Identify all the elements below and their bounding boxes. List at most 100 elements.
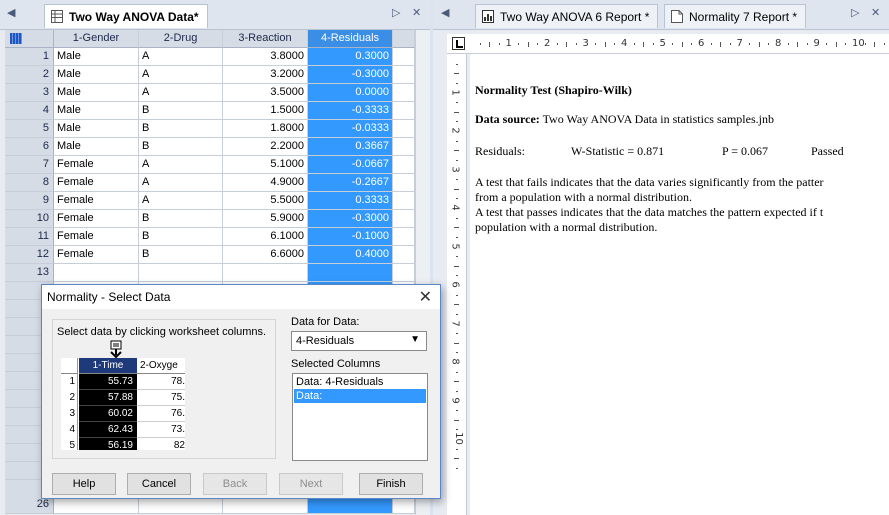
table-cell[interactable]: Female	[54, 228, 139, 246]
preview-row-number[interactable]: 2	[61, 390, 78, 406]
preview-cell[interactable]: 56.19	[79, 438, 137, 450]
column-header-empty[interactable]	[393, 30, 415, 48]
table-cell[interactable]	[393, 246, 415, 264]
table-cell[interactable]: 1.5000	[223, 102, 308, 120]
preview-cell[interactable]: 62.43	[79, 422, 137, 438]
table-cell[interactable]	[54, 264, 139, 282]
report-page[interactable]: Normality Test (Shapiro-Wilk) Data sourc…	[470, 54, 889, 515]
table-cell[interactable]: A	[139, 156, 223, 174]
table-cell[interactable]	[393, 66, 415, 84]
table-cell[interactable]: A	[139, 192, 223, 210]
preview-cell[interactable]: 76.	[137, 406, 185, 422]
row-number[interactable]: 13	[5, 264, 54, 282]
table-cell[interactable]: 0.3333	[308, 192, 393, 210]
horizontal-ruler[interactable]: 1 2 3 4 5 6 7 8 9 10	[447, 34, 889, 54]
table-cell[interactable]	[393, 174, 415, 192]
preview-cell[interactable]: 78.	[137, 374, 185, 390]
table-cell[interactable]	[393, 84, 415, 102]
table-cell[interactable]: 0.4000	[308, 246, 393, 264]
table-cell[interactable]: -0.2667	[308, 174, 393, 192]
preview-worksheet[interactable]: 1-Time 2-Oxyge 1 55.73 78. 2 57.88 75. 3 60.02 7…	[61, 358, 185, 450]
row-number[interactable]: 7	[5, 156, 54, 174]
preview-cell[interactable]: 82	[137, 438, 185, 450]
row-number[interactable]: 5	[5, 120, 54, 138]
table-cell[interactable]: 3.8000	[223, 48, 308, 66]
tab-two-way-anova-report[interactable]: Two Way ANOVA 6 Report *	[475, 4, 659, 28]
table-cell[interactable]: Female	[54, 156, 139, 174]
row-number[interactable]: 9	[5, 192, 54, 210]
table-cell[interactable]: 0.3000	[308, 48, 393, 66]
table-cell[interactable]	[393, 102, 415, 120]
preview-cell[interactable]: 75.	[137, 390, 185, 406]
table-cell[interactable]	[139, 264, 223, 282]
row-number[interactable]: 12	[5, 246, 54, 264]
table-cell[interactable]	[393, 138, 415, 156]
table-cell[interactable]	[393, 228, 415, 246]
column-header-reaction[interactable]: 3-Reaction	[223, 30, 308, 48]
table-cell[interactable]: A	[139, 66, 223, 84]
table-cell[interactable]: -0.3333	[308, 102, 393, 120]
preview-cell[interactable]: 73.	[137, 422, 185, 438]
table-cell[interactable]: Male	[54, 102, 139, 120]
table-cell[interactable]: Male	[54, 48, 139, 66]
tab-stop-icon[interactable]	[452, 37, 465, 50]
preview-row-number[interactable]: 1	[61, 374, 78, 390]
table-cell[interactable]: -0.1000	[308, 228, 393, 246]
table-cell[interactable]: B	[139, 120, 223, 138]
table-cell[interactable]	[223, 264, 308, 282]
tab-scroll-right-icon[interactable]: ▷	[392, 6, 400, 19]
table-cell[interactable]: B	[139, 102, 223, 120]
table-cell[interactable]: 5.9000	[223, 210, 308, 228]
tab-scroll-left-icon[interactable]: ◀	[7, 6, 15, 19]
table-cell[interactable]: Female	[54, 210, 139, 228]
table-cell[interactable]: B	[139, 210, 223, 228]
table-cell[interactable]: 5.1000	[223, 156, 308, 174]
table-cell[interactable]	[393, 192, 415, 210]
close-tab-icon[interactable]: ✕	[871, 6, 880, 19]
table-cell[interactable]: A	[139, 84, 223, 102]
row-number[interactable]: 10	[5, 210, 54, 228]
table-cell[interactable]: 3.2000	[223, 66, 308, 84]
table-cell[interactable]: 1.8000	[223, 120, 308, 138]
table-cell[interactable]: Male	[54, 138, 139, 156]
table-cell[interactable]: 4.9000	[223, 174, 308, 192]
table-cell[interactable]: B	[139, 228, 223, 246]
row-number[interactable]: 11	[5, 228, 54, 246]
table-cell[interactable]	[393, 120, 415, 138]
preview-column-header[interactable]: 2-Oxyge	[137, 358, 185, 374]
table-cell[interactable]	[393, 156, 415, 174]
table-cell[interactable]: A	[139, 48, 223, 66]
table-cell[interactable]: 0.0000	[308, 84, 393, 102]
column-header-gender[interactable]: 1-Gender	[54, 30, 139, 48]
table-cell[interactable]	[393, 264, 415, 282]
list-item[interactable]: Data:	[294, 389, 426, 403]
cancel-button[interactable]: Cancel	[127, 473, 191, 495]
dialog-titlebar[interactable]: Normality - Select Data ✕	[42, 285, 440, 309]
back-button[interactable]: Back	[203, 473, 267, 495]
preview-cell[interactable]: 55.73	[79, 374, 137, 390]
table-cell[interactable]: Male	[54, 66, 139, 84]
column-header-residuals[interactable]: 4-Residuals	[308, 30, 393, 48]
tab-normality-report[interactable]: Normality 7 Report *	[664, 4, 807, 28]
preview-cell[interactable]: 57.88	[79, 390, 137, 406]
table-cell[interactable]	[308, 264, 393, 282]
table-cell[interactable]: Male	[54, 84, 139, 102]
table-cell[interactable]	[393, 48, 415, 66]
table-cell[interactable]: Male	[54, 120, 139, 138]
help-button[interactable]: Help	[52, 473, 116, 495]
table-cell[interactable]: 6.1000	[223, 228, 308, 246]
preview-row-number[interactable]: 4	[61, 422, 78, 438]
preview-cell[interactable]: 60.02	[79, 406, 137, 422]
table-cell[interactable]: Female	[54, 174, 139, 192]
tab-two-way-anova-data[interactable]: Two Way ANOVA Data*	[44, 4, 208, 28]
tab-scroll-left-icon[interactable]: ◀	[441, 6, 449, 19]
row-number[interactable]: 4	[5, 102, 54, 120]
close-icon[interactable]: ✕	[419, 287, 432, 307]
table-cell[interactable]: Female	[54, 246, 139, 264]
next-button[interactable]: Next	[279, 473, 343, 495]
tab-scroll-right-icon[interactable]: ▷	[851, 6, 859, 19]
table-cell[interactable]: 6.6000	[223, 246, 308, 264]
close-tab-icon[interactable]: ✕	[412, 6, 421, 19]
table-cell[interactable]: B	[139, 246, 223, 264]
preview-row-number[interactable]: 5	[61, 438, 78, 450]
